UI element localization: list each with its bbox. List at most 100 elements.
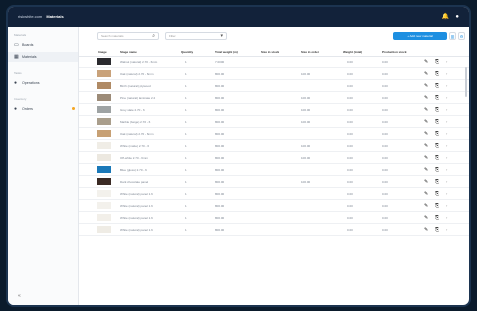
more-icon[interactable]: › [446,224,447,235]
copy-icon[interactable]: ⎘ [435,188,439,199]
material-thumbnail [97,106,111,113]
more-icon[interactable]: › [446,128,447,139]
sidebar-item-orders[interactable]: ● Orders [8,104,78,114]
copy-icon[interactable]: ⎘ [435,68,439,79]
more-icon[interactable]: › [446,80,447,91]
search-input[interactable]: Search materials ⌕ [97,32,159,40]
pencil-icon[interactable]: ✎ [424,92,428,103]
table-row[interactable]: Oak (natural) 2.70 - 6mm 1 800.00 0.00 0.00 ✎… [79,128,469,140]
table-row[interactable]: Grey slate 2.70 - 6 1 800.00 100.00 0.00 0.00… [79,104,469,116]
table-row[interactable]: White (natural) panel 1.6 1 800.00 0.00 0.00… [79,200,469,212]
pencil-icon[interactable]: ✎ [424,176,428,187]
cell-quantity: 1 [185,155,187,160]
copy-icon[interactable]: ⎘ [435,164,439,175]
col-size-in-order[interactable]: Size in order [301,48,319,56]
pencil-icon[interactable]: ✎ [424,80,428,91]
table-row[interactable]: White (natural) panel 1.6 1 800.00 0.00 0.00… [79,224,469,236]
sidebar-item-operations[interactable]: ● Operations [8,78,78,88]
pencil-icon[interactable]: ✎ [424,152,428,163]
brand[interactable]: riskwhite.com Materials [18,14,64,19]
col-size-in-stock[interactable]: Size in stock [261,48,279,56]
copy-icon[interactable]: ⎘ [435,224,439,235]
copy-icon[interactable]: ⎘ [435,56,439,67]
cell-total-weight: 800.00 [215,227,225,232]
search-icon[interactable]: ⌕ [152,33,155,39]
more-icon[interactable]: › [446,212,447,223]
copy-icon[interactable]: ⎘ [435,152,439,163]
copy-icon[interactable]: ⎘ [435,116,439,127]
more-icon[interactable]: › [446,140,447,151]
col-total-weight[interactable]: Total weight (m) [215,48,238,56]
pencil-icon[interactable]: ✎ [424,140,428,151]
more-icon[interactable]: › [446,116,447,127]
sidebar-item-materials[interactable]: ▦ Materials [8,52,78,62]
copy-icon[interactable]: ⎘ [435,200,439,211]
more-icon[interactable]: › [446,152,447,163]
columns-icon[interactable]: ▥ [449,32,456,40]
copy-icon[interactable]: ⎘ [435,176,439,187]
table-row[interactable]: Blue (gloss) 2.70 - 6 1 800.00 0.00 0.00 ✎ ⎘ › [79,164,469,176]
table-row[interactable]: Birch (natural) plywood 1 800.00 0.00 0.00 ✎ ⎘… [79,80,469,92]
copy-icon[interactable]: ⎘ [435,92,439,103]
table-row[interactable]: Marble (beige) 2.70 - 6 1 800.00 100.00 0.00… [79,116,469,128]
cell-weight-total: 0.00 [347,167,353,172]
col-production-stock[interactable]: Production stock [382,48,407,56]
more-icon[interactable]: › [446,68,447,79]
filter-select[interactable]: Filter ▾ [165,32,227,40]
cell-quantity: 1 [185,71,187,76]
scrollbar[interactable] [465,67,467,97]
copy-icon[interactable]: ⎘ [435,104,439,115]
pencil-icon[interactable]: ✎ [424,104,428,115]
copy-icon[interactable]: ⎘ [435,128,439,139]
more-icon[interactable]: › [446,200,447,211]
copy-icon[interactable]: ⎘ [435,212,439,223]
pencil-icon[interactable]: ✎ [424,56,428,67]
col-weight-total[interactable]: Weight (total) [343,48,362,56]
material-thumbnail [97,190,111,197]
table-row[interactable]: White (natural) panel 1.6 1 800.00 0.00 0.00… [79,188,469,200]
cell-stage-name: Marble (beige) 2.70 - 6 [120,119,151,124]
col-image[interactable]: Image [98,48,107,56]
pencil-icon[interactable]: ✎ [424,200,428,211]
table-row[interactable]: Walnut (natural) 2.70 - 6mm 1 7.0000 0.00 0.… [79,56,469,68]
cell-total-weight: 7.0000 [215,59,225,64]
table-row[interactable]: White (natural) panel 1.6 1 800.00 0.00 0.00… [79,212,469,224]
more-icon[interactable]: › [446,56,447,67]
app-window: riskwhite.com Materials 🔔 ● Materials ▭ … [8,7,469,305]
bell-icon[interactable]: 🔔 [442,13,449,21]
more-icon[interactable]: › [446,176,447,187]
user-icon[interactable]: ● [455,13,459,21]
search-placeholder: Search materials [101,34,124,38]
copy-icon[interactable]: ⎘ [435,140,439,151]
add-material-button[interactable]: + Add new material [393,32,447,40]
cell-production-stock: 0.00 [382,191,388,196]
pencil-icon[interactable]: ✎ [424,212,428,223]
cell-total-weight: 800.00 [215,119,225,124]
more-icon[interactable]: › [446,104,447,115]
cell-weight-total: 0.00 [347,203,353,208]
copy-icon[interactable]: ⎘ [435,80,439,91]
settings-icon[interactable]: ⚙ [458,32,465,40]
pencil-icon[interactable]: ✎ [424,164,428,175]
table-row[interactable]: White (matte) 2.70 - 6 1 800.00 100.00 0.00 0… [79,140,469,152]
cell-weight-total: 0.00 [347,191,353,196]
table-row[interactable]: Off-white 2.70 - 6mm 1 800.00 100.00 0.00 0.0… [79,152,469,164]
col-stage-name[interactable]: Stage name [120,48,137,56]
table-row[interactable]: Dark chocolate panel 1 800.00 100.00 0.00 0.0… [79,176,469,188]
more-icon[interactable]: › [446,188,447,199]
table-row[interactable]: Oak (natural) 2.70 - 6mm 1 800.00 100.00 0.0… [79,68,469,80]
pencil-icon[interactable]: ✎ [424,224,428,235]
more-icon[interactable]: › [446,164,447,175]
pencil-icon[interactable]: ✎ [424,188,428,199]
material-thumbnail [97,94,111,101]
sidebar-item-label: Operations [22,81,40,85]
more-icon[interactable]: › [446,92,447,103]
col-quantity[interactable]: Quantity [181,48,193,56]
pencil-icon[interactable]: ✎ [424,116,428,127]
cell-total-weight: 800.00 [215,71,225,76]
table-row[interactable]: Pine (natural) laminate 2.2 1 800.00 100.00… [79,92,469,104]
collapse-icon[interactable]: « [18,293,21,299]
sidebar-item-boards[interactable]: ▭ Boards [8,40,78,50]
pencil-icon[interactable]: ✎ [424,68,428,79]
pencil-icon[interactable]: ✎ [424,128,428,139]
